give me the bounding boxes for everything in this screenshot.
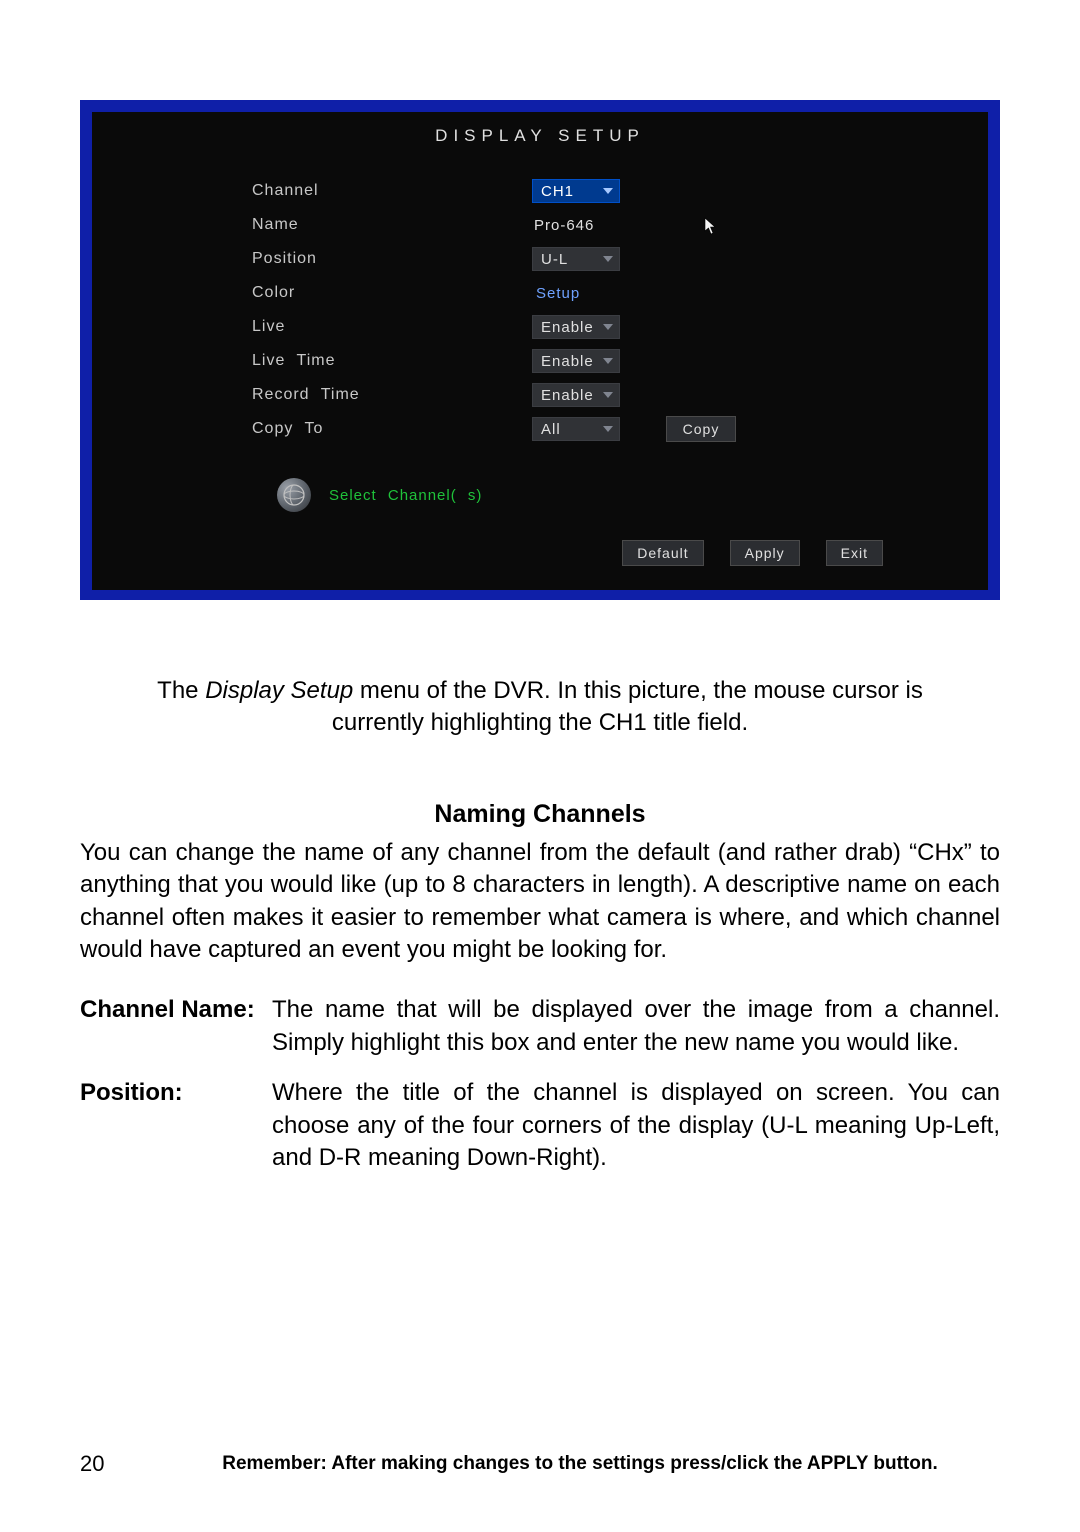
section-heading: Naming Channels [80, 800, 1000, 829]
exit-button-label: Exit [841, 545, 868, 561]
live-dropdown[interactable]: Enable [532, 315, 620, 339]
page-footer: 20 Remember: After making changes to the… [80, 1451, 1000, 1477]
record-time-dropdown[interactable]: Enable [532, 383, 620, 407]
record-time-dropdown-value: Enable [541, 387, 594, 404]
caption-pre: The [157, 677, 205, 704]
row-position: Position U-L [252, 242, 988, 276]
row-name: Name Pro-646 [252, 208, 988, 242]
row-copy-to: Copy To All Copy [252, 412, 988, 446]
copy-to-dropdown-value: All [541, 421, 561, 438]
definition-list: Channel Name: The name that will be disp… [80, 994, 1000, 1174]
label-name: Name [252, 216, 532, 234]
position-dropdown[interactable]: U-L [532, 247, 620, 271]
caption-post: menu of the DVR. In this picture, the mo… [332, 677, 923, 736]
position-dropdown-value: U-L [541, 251, 568, 268]
row-live-time: Live Time Enable [252, 344, 988, 378]
name-input-value: Pro-646 [534, 217, 594, 234]
exit-button[interactable]: Exit [826, 540, 883, 566]
chevron-down-icon [603, 254, 613, 264]
row-live: Live Enable [252, 310, 988, 344]
copy-button[interactable]: Copy [666, 416, 736, 442]
chevron-down-icon [603, 390, 613, 400]
def-text: Where the title of the channel is displa… [272, 1077, 1000, 1174]
settings-rows: Channel CH1 Name Pro-646 Position [92, 174, 988, 446]
dvr-menu-panel: DISPLAY SETUP Channel CH1 Name Pro-646 [92, 112, 988, 590]
hint-row: Select Channel( s) [277, 478, 482, 512]
live-time-dropdown-value: Enable [541, 353, 594, 370]
panel-title: DISPLAY SETUP [92, 112, 988, 174]
label-record-time: Record Time [252, 386, 532, 404]
caption-em: Display Setup [205, 677, 353, 704]
globe-icon [277, 478, 311, 512]
live-dropdown-value: Enable [541, 319, 594, 336]
live-time-dropdown[interactable]: Enable [532, 349, 620, 373]
footer-reminder: Remember: After making changes to the se… [160, 1453, 1000, 1475]
chevron-down-icon [603, 424, 613, 434]
dialog-buttons: Default Apply Exit [622, 540, 883, 566]
def-term: Channel Name: [80, 994, 272, 1059]
label-color: Color [252, 284, 532, 302]
label-copy-to: Copy To [252, 420, 532, 438]
row-color: Color Setup [252, 276, 988, 310]
row-record-time: Record Time Enable [252, 378, 988, 412]
chevron-down-icon [603, 356, 613, 366]
def-position: Position: Where the title of the channel… [80, 1077, 1000, 1174]
chevron-down-icon [603, 186, 613, 196]
copy-button-label: Copy [683, 421, 720, 437]
copy-to-dropdown[interactable]: All [532, 417, 620, 441]
chevron-down-icon [603, 322, 613, 332]
hint-text: Select Channel( s) [329, 487, 482, 504]
figure-caption: The Display Setup menu of the DVR. In th… [80, 675, 1000, 740]
label-position: Position [252, 250, 532, 268]
label-live-time: Live Time [252, 352, 532, 370]
section-paragraph: You can change the name of any channel f… [80, 837, 1000, 967]
default-button-label: Default [637, 545, 688, 561]
color-setup-label: Setup [536, 285, 580, 302]
display-setup-screenshot: DISPLAY SETUP Channel CH1 Name Pro-646 [80, 100, 1000, 600]
name-input[interactable]: Pro-646 [532, 213, 654, 237]
color-setup-button[interactable]: Setup [532, 281, 624, 305]
channel-dropdown[interactable]: CH1 [532, 179, 620, 203]
channel-dropdown-value: CH1 [541, 183, 574, 200]
row-channel: Channel CH1 [252, 174, 988, 208]
page-number: 20 [80, 1451, 160, 1477]
def-text: The name that will be displayed over the… [272, 994, 1000, 1059]
apply-button-label: Apply [745, 545, 785, 561]
def-channel-name: Channel Name: The name that will be disp… [80, 994, 1000, 1059]
apply-button[interactable]: Apply [730, 540, 800, 566]
label-live: Live [252, 318, 532, 336]
label-channel: Channel [252, 182, 532, 200]
default-button[interactable]: Default [622, 540, 703, 566]
def-term: Position: [80, 1077, 272, 1174]
